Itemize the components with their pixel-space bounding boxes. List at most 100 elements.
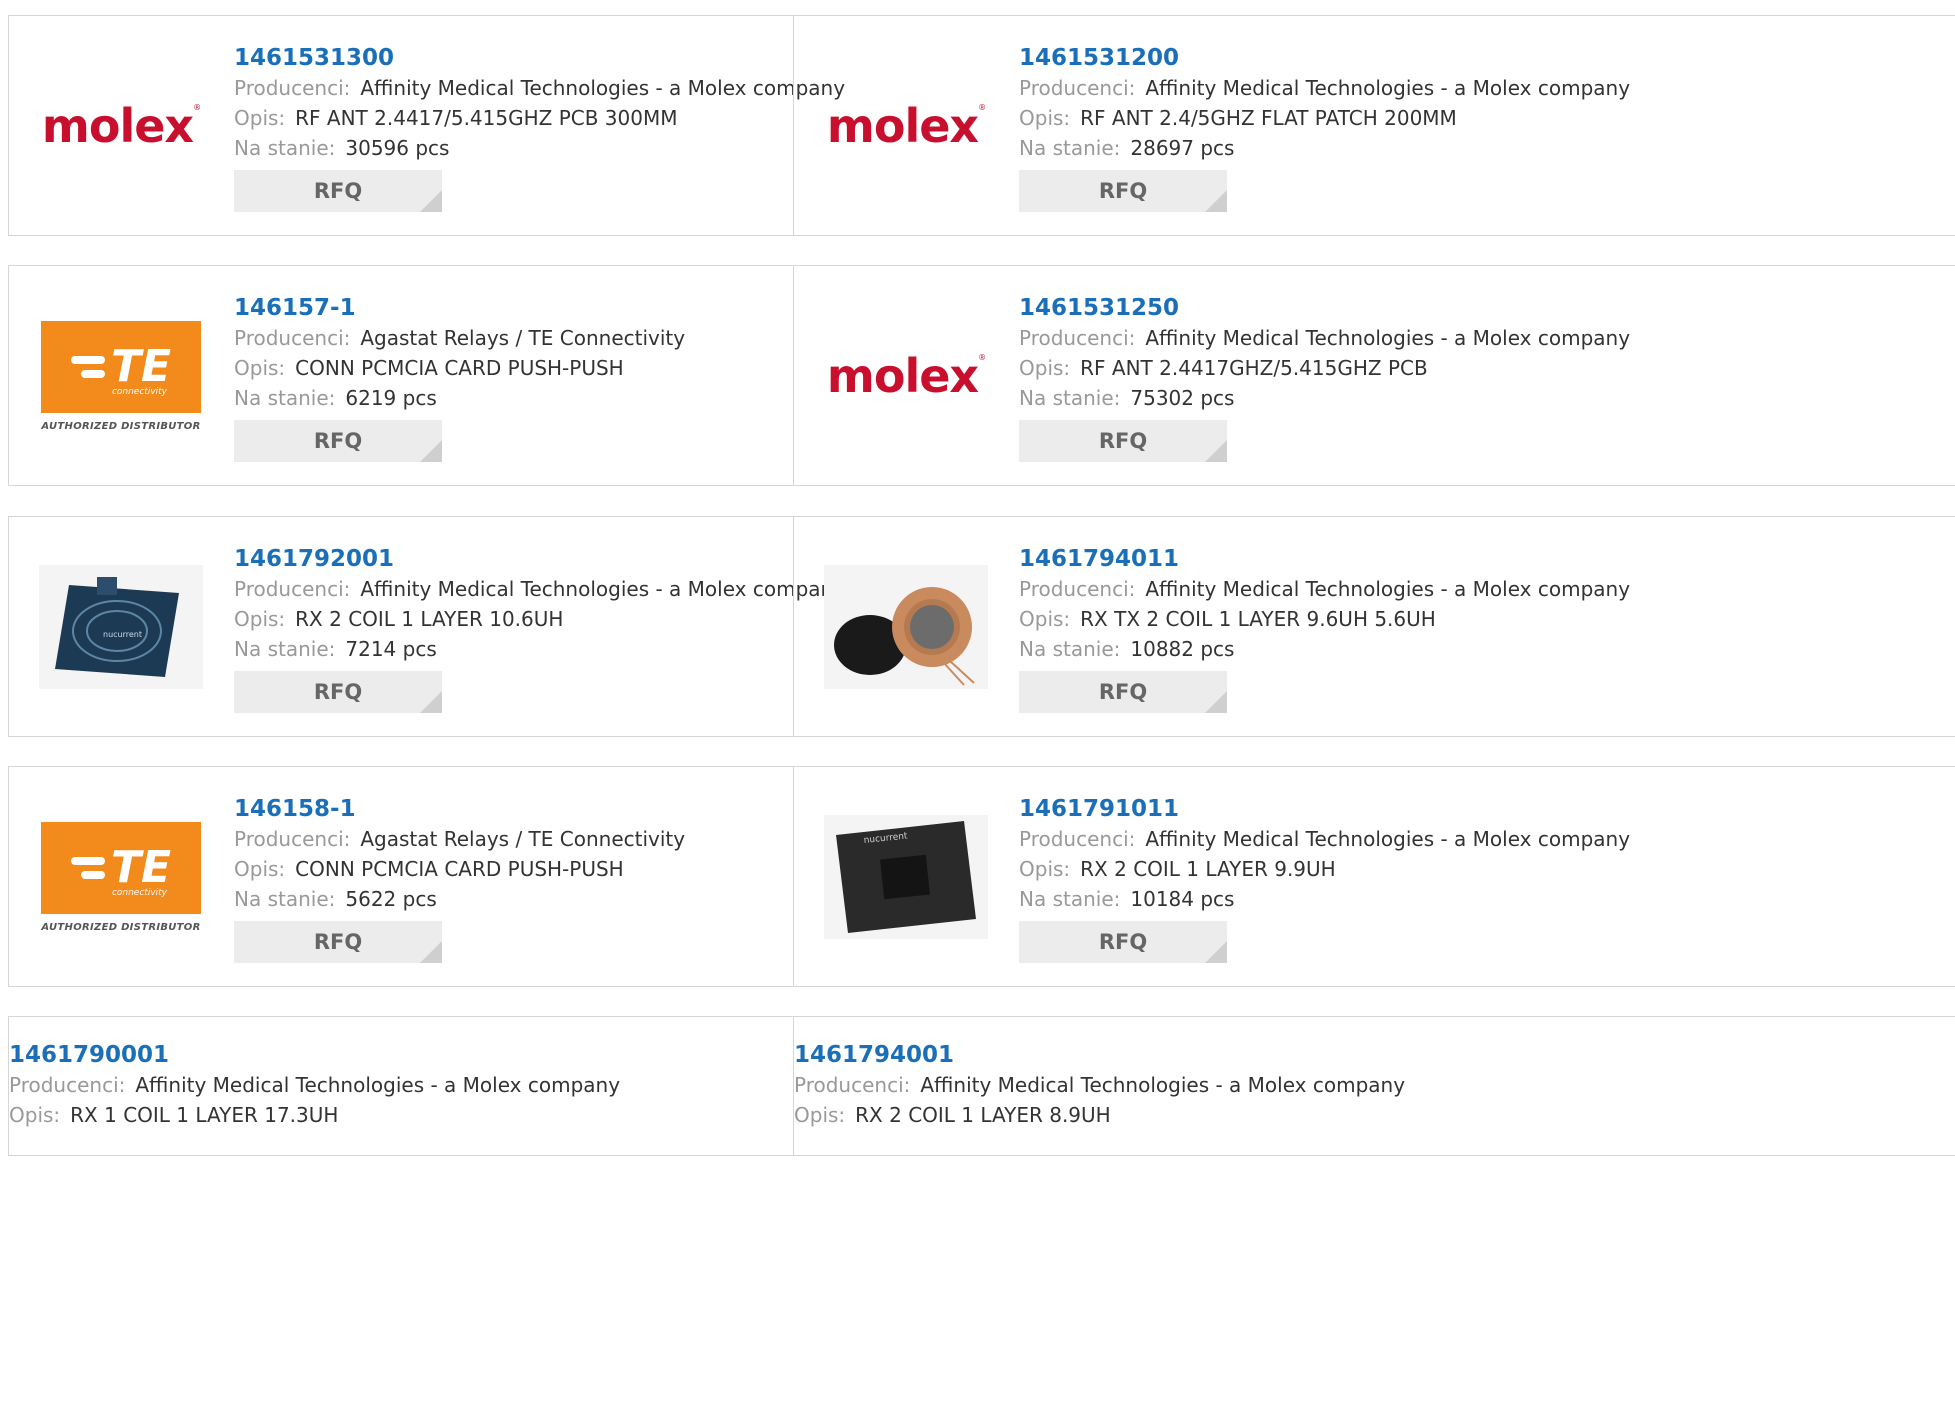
product-image[interactable]: nucurrent [824,815,988,939]
description-line: Opis: CONN PCMCIA CARD PUSH-PUSH [234,353,794,383]
product-row: nucurrent 1461792001 Producenci: Affinity M… [8,516,1955,737]
description-label: Opis: [1019,106,1071,130]
rfq-label: RFQ [1098,179,1148,203]
rfq-button[interactable]: RFQ [1019,420,1227,462]
rfq-label: RFQ [313,179,363,203]
manufacturer-line: Producenci: Affinity Medical Technologies… [234,574,845,604]
description-label: Opis: [1019,356,1071,380]
manufacturer-line: Producenci: Affinity Medical Technologies… [1019,574,1630,604]
product-card: molex® 1461531200 Producenci: Affinity Medi… [793,16,1955,235]
part-number-link[interactable]: 1461794011 [1019,544,1579,574]
product-image[interactable]: TE connectivity AUTHORIZED DISTRIBUTOR [39,815,203,939]
product-image[interactable]: molex® [39,64,203,188]
manufacturer-value: Affinity Medical Technologies - a Molex … [360,76,846,100]
product-image[interactable] [824,565,988,689]
manufacturer-label: Producenci: [1019,577,1136,601]
product-list: molex® 1461531300 Producenci: Affinity Medi… [0,0,1955,1427]
product-row: 1461790001 Producenci: Affinity Medical Te… [8,1016,1955,1156]
manufacturer-line: Producenci: Affinity Medical Technologies… [1019,824,1630,854]
rfq-button[interactable]: RFQ [1019,170,1227,212]
corner-triangle-icon [1205,691,1227,713]
stock-value: 5622 pcs [345,887,437,911]
description-value: RF ANT 2.4417/5.415GHZ PCB 300MM [295,106,678,130]
part-number-link[interactable]: 1461531250 [1019,293,1579,323]
manufacturer-label: Producenci: [234,76,351,100]
part-number-link[interactable]: 1461792001 [234,544,794,574]
manufacturer-line: Producenci: Affinity Medical Technologies… [794,1070,1405,1100]
rfq-button[interactable]: RFQ [234,420,442,462]
rfq-button[interactable]: RFQ [234,921,442,963]
part-number-link[interactable]: 1461531300 [234,43,794,73]
product-image[interactable]: molex® [824,314,988,438]
description-value: RX 2 COIL 1 LAYER 9.9UH [1080,857,1336,881]
manufacturer-value: Agastat Relays / TE Connectivity [360,326,686,350]
rfq-label: RFQ [313,680,363,704]
manufacturer-label: Producenci: [9,1073,126,1097]
molex-logo: molex® [41,99,201,153]
manufacturer-value: Affinity Medical Technologies - a Molex … [135,1073,621,1097]
manufacturer-line: Producenci: Agastat Relays / TE Connectiv… [234,323,794,353]
product-photo [824,565,988,689]
manufacturer-line: Producenci: Affinity Medical Technologies… [9,1070,620,1100]
manufacturer-value: Affinity Medical Technologies - a Molex … [1145,577,1631,601]
description-line: Opis: RF ANT 2.4417GHZ/5.415GHZ PCB [1019,353,1579,383]
part-number-link[interactable]: 1461794001 [794,1040,1354,1070]
description-value: RX 1 COIL 1 LAYER 17.3UH [70,1103,339,1127]
manufacturer-value: Affinity Medical Technologies - a Molex … [1145,326,1631,350]
part-number-link[interactable]: 146157-1 [234,293,794,323]
te-connectivity-logo: TE connectivity AUTHORIZED DISTRIBUTOR [41,320,201,432]
product-card: molex® 1461531250 Producenci: Affinity Medi… [793,266,1955,485]
description-line: Opis: CONN PCMCIA CARD PUSH-PUSH [234,854,794,884]
rfq-button[interactable]: RFQ [234,170,442,212]
stock-value: 10184 pcs [1130,887,1235,911]
description-value: RX TX 2 COIL 1 LAYER 9.6UH 5.6UH [1080,607,1436,631]
product-image[interactable]: molex® [824,64,988,188]
product-card: 1461790001 Producenci: Affinity Medical Te… [9,1017,793,1155]
description-label: Opis: [234,356,286,380]
manufacturer-label: Producenci: [794,1073,911,1097]
stock-line: Na stanie: 5622 pcs [234,884,794,914]
description-line: Opis: RX 2 COIL 1 LAYER 10.6UH [234,604,794,634]
stock-value: 10882 pcs [1130,637,1235,661]
rfq-button[interactable]: RFQ [1019,921,1227,963]
rfq-button[interactable]: RFQ [1019,671,1227,713]
molex-logo: molex® [826,99,986,153]
manufacturer-label: Producenci: [1019,76,1136,100]
manufacturer-line: Producenci: Affinity Medical Technologies… [234,73,845,103]
stock-line: Na stanie: 6219 pcs [234,383,794,413]
product-card: TE connectivity AUTHORIZED DISTRIBUTOR 1461… [9,266,793,485]
rfq-label: RFQ [1098,680,1148,704]
product-card: 1461794011 Producenci: Affinity Medical Te… [793,517,1955,736]
product-photo: nucurrent [39,565,203,689]
rfq-button[interactable]: RFQ [234,671,442,713]
description-value: RX 2 COIL 1 LAYER 8.9UH [855,1103,1111,1127]
manufacturer-line: Producenci: Affinity Medical Technologies… [1019,73,1630,103]
stock-line: Na stanie: 75302 pcs [1019,383,1579,413]
part-number-link[interactable]: 1461791011 [1019,794,1579,824]
description-label: Opis: [1019,607,1071,631]
product-card: nucurrent 1461792001 Producenci: Affinity M… [9,517,845,736]
stock-line: Na stanie: 30596 pcs [234,133,794,163]
description-line: Opis: RF ANT 2.4/5GHZ FLAT PATCH 200MM [1019,103,1579,133]
description-line: Opis: RX 2 COIL 1 LAYER 9.9UH [1019,854,1579,884]
description-value: RF ANT 2.4/5GHZ FLAT PATCH 200MM [1080,106,1457,130]
rfq-label: RFQ [313,429,363,453]
description-value: RX 2 COIL 1 LAYER 10.6UH [295,607,564,631]
product-row: TE connectivity AUTHORIZED DISTRIBUTOR 1461… [8,265,1955,486]
stock-line: Na stanie: 10184 pcs [1019,884,1579,914]
description-label: Opis: [234,106,286,130]
manufacturer-value: Affinity Medical Technologies - a Molex … [920,1073,1406,1097]
description-label: Opis: [234,857,286,881]
product-row: molex® 1461531300 Producenci: Affinity Medi… [8,15,1955,236]
manufacturer-value: Affinity Medical Technologies - a Molex … [360,577,846,601]
stock-label: Na stanie: [234,637,336,661]
part-number-link[interactable]: 146158-1 [234,794,794,824]
part-number-link[interactable]: 1461790001 [9,1040,569,1070]
product-image[interactable]: TE connectivity AUTHORIZED DISTRIBUTOR [39,314,203,438]
corner-triangle-icon [420,691,442,713]
stock-value: 6219 pcs [345,386,437,410]
product-image[interactable]: nucurrent [39,565,203,689]
part-number-link[interactable]: 1461531200 [1019,43,1579,73]
stock-line: Na stanie: 10882 pcs [1019,634,1579,664]
stock-value: 75302 pcs [1130,386,1235,410]
